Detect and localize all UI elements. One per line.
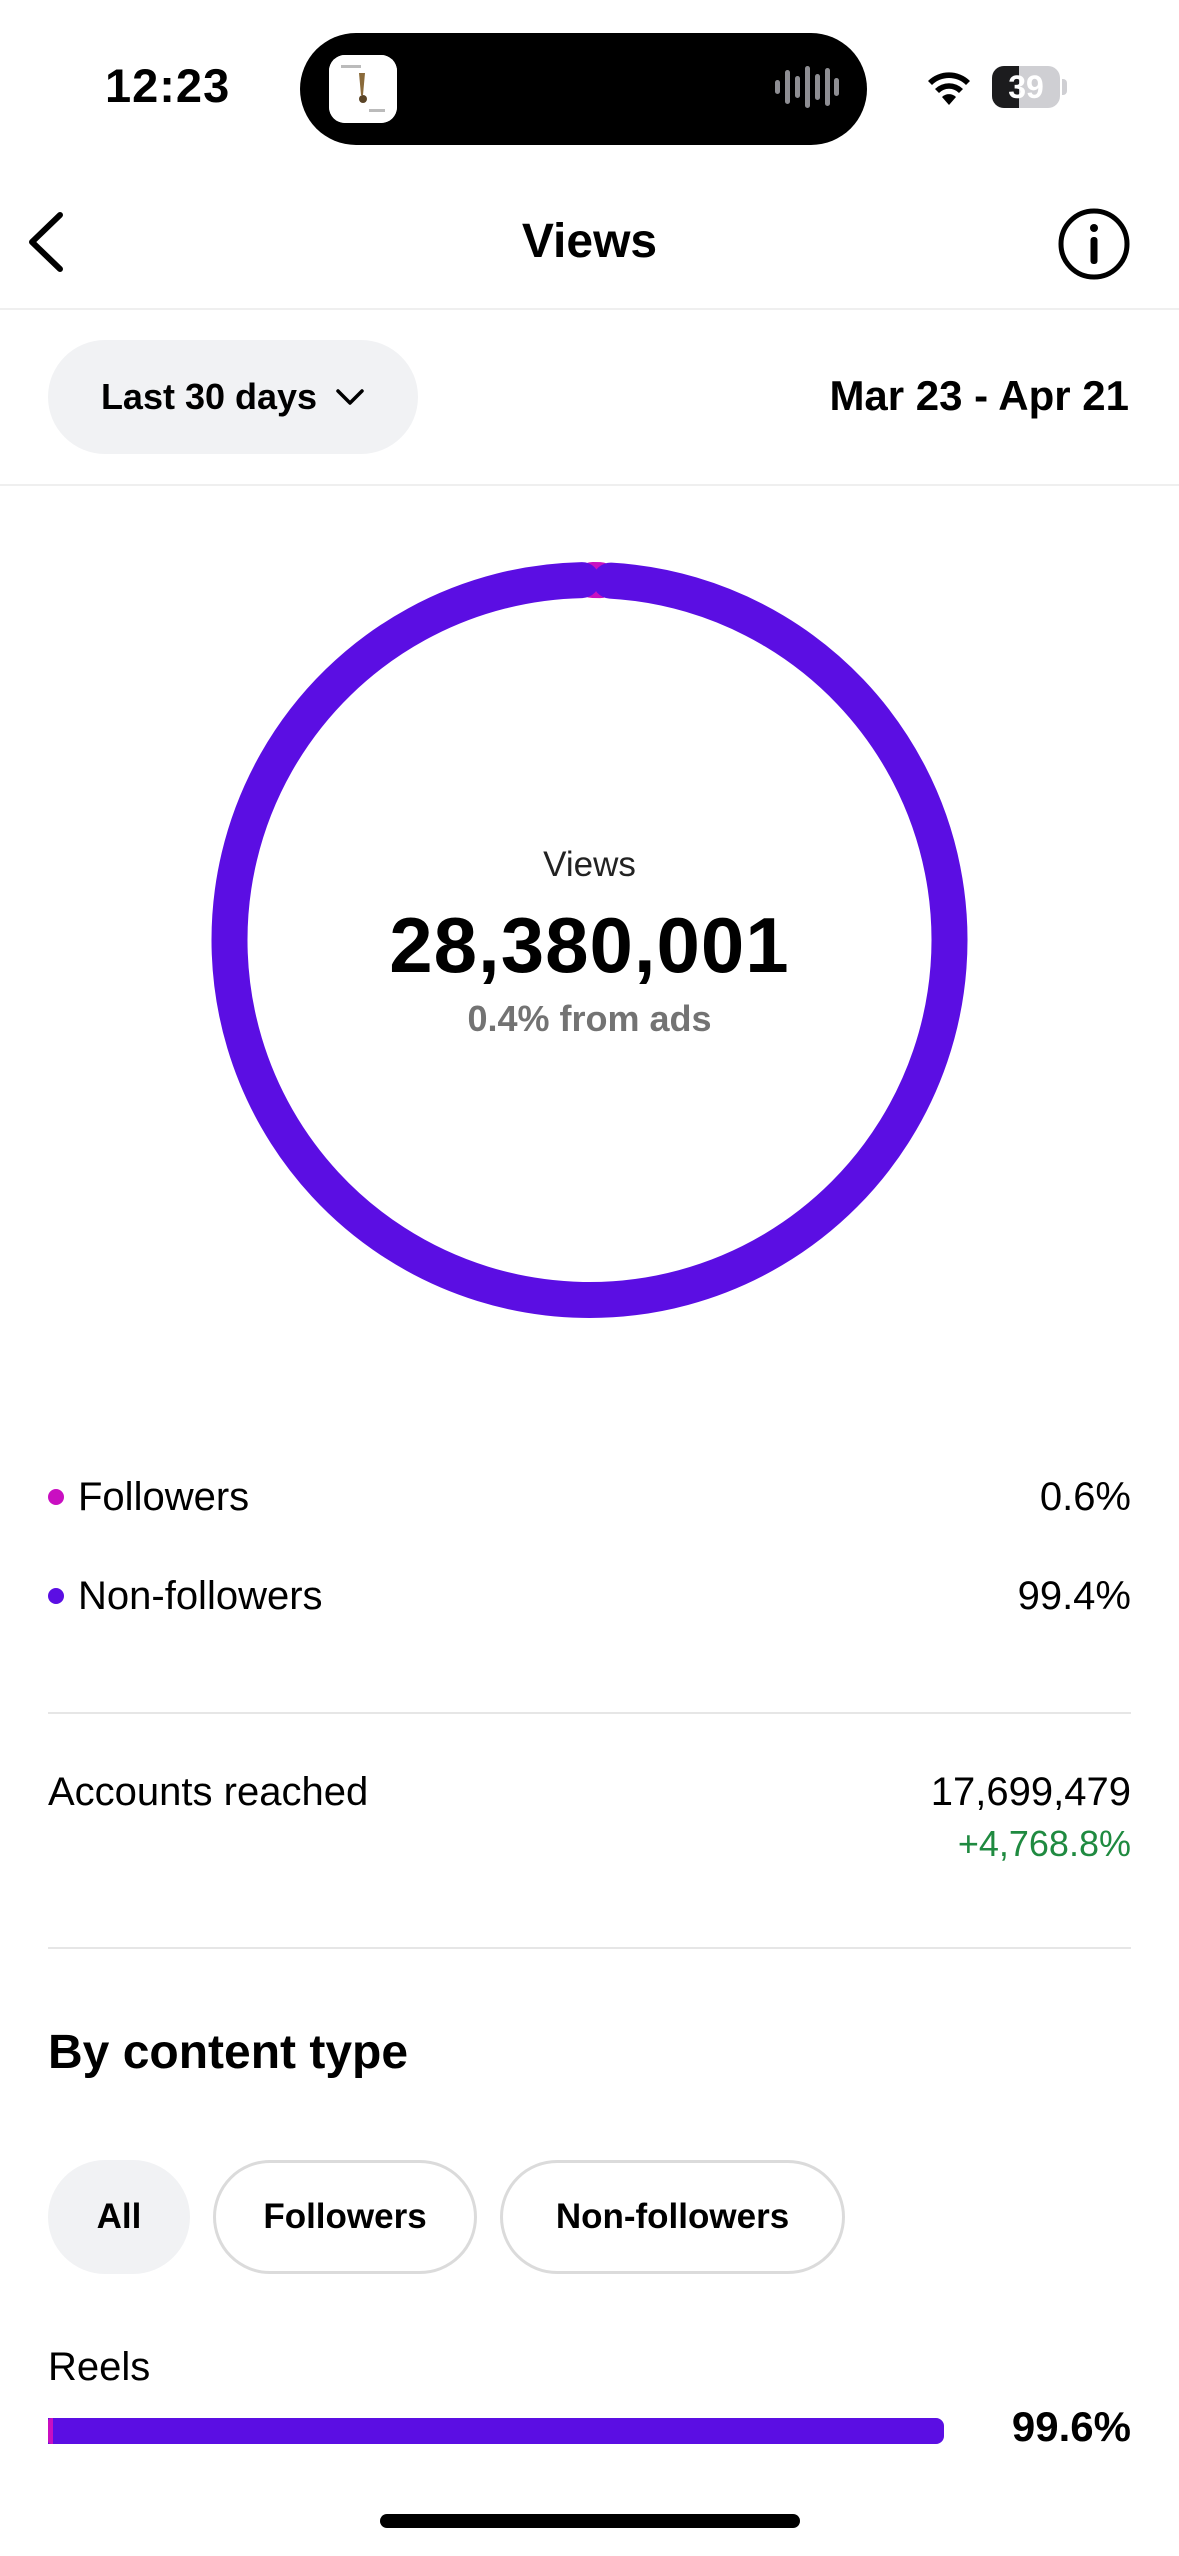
donut-label: Views <box>543 845 636 884</box>
legend-label-non-followers: Non-followers <box>78 1573 323 1618</box>
legend-dot-non-followers <box>48 1588 64 1604</box>
legend-value-followers: 0.6% <box>1039 1474 1131 1519</box>
accounts-reached-label: Accounts reached <box>48 1770 369 1814</box>
views-total: 28,380,001 <box>389 901 790 989</box>
reached-divider <box>48 1947 1131 1949</box>
chip-followers[interactable]: Followers <box>213 2160 477 2274</box>
date-range-dropdown[interactable]: Last 30 days <box>48 340 418 454</box>
legend-divider <box>48 1712 1131 1714</box>
chip-all[interactable]: All <box>48 2160 190 2274</box>
content-row-value-reels: 99.6% <box>1011 2403 1131 2450</box>
info-button[interactable] <box>1055 205 1133 283</box>
app-thumbnail-icon[interactable] <box>329 55 397 123</box>
content-bar-cap-reels <box>48 2418 53 2444</box>
page-title: Views <box>521 215 658 268</box>
content-bar-fill-reels <box>48 2418 945 2444</box>
status-time: 12:23 <box>105 59 231 112</box>
date-range-dropdown-label: Last 30 days <box>100 376 318 417</box>
legend-row-followers: Followers 0.6% <box>48 1467 1131 1527</box>
legend-value-non-followers: 99.4% <box>1017 1573 1131 1618</box>
ads-share: 0.4% from ads <box>467 998 712 1039</box>
battery-icon: 39 <box>992 66 1067 108</box>
header-divider <box>0 308 1179 310</box>
accounts-reached-change: +4,768.8% <box>957 1823 1131 1864</box>
legend-dot-followers <box>48 1489 64 1505</box>
date-range-text: Mar 23 - Apr 21 <box>829 372 1129 419</box>
battery-percent: 39 <box>1008 69 1044 105</box>
info-icon <box>1058 208 1130 280</box>
content-bar-reels <box>48 2418 948 2444</box>
home-indicator[interactable] <box>380 2514 800 2528</box>
chevron-down-icon <box>336 389 364 405</box>
wifi-icon <box>925 67 973 109</box>
content-row-label-reels: Reels <box>48 2345 151 2389</box>
legend-row-non-followers: Non-followers 99.4% <box>48 1566 1131 1626</box>
content-type-title: By content type <box>48 2026 409 2079</box>
waveform-icon <box>775 62 839 112</box>
legend-label-followers: Followers <box>78 1474 250 1519</box>
accounts-reached-value: 17,699,479 <box>930 1770 1131 1814</box>
filter-divider <box>0 484 1179 486</box>
chip-non-followers[interactable]: Non-followers <box>500 2160 845 2274</box>
